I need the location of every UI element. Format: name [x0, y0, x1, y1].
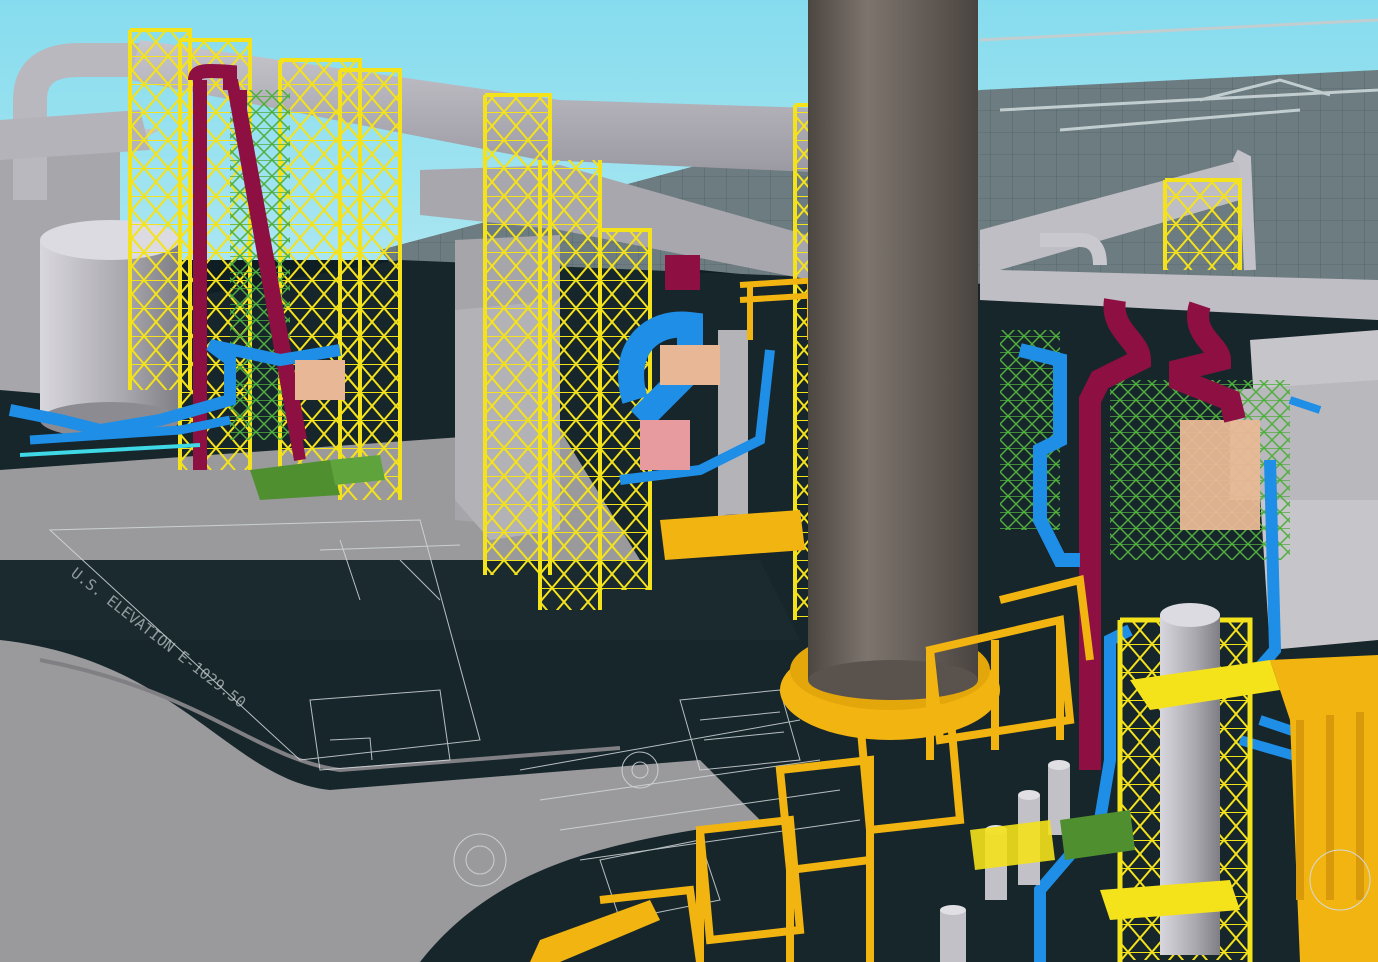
- peach-equipment-right: [1180, 420, 1260, 530]
- peach-equipment-middle: [660, 345, 720, 385]
- gray-column-right-top: [1160, 603, 1220, 627]
- peach-equipment-left: [295, 360, 345, 400]
- stack-base-ellipse: [808, 660, 978, 700]
- pink-equipment-middle: [640, 420, 690, 470]
- maroon-equipment-middle: [665, 255, 700, 290]
- 3d-plant-model-viewport[interactable]: U.S. ELEVATION E-1029.50: [0, 0, 1378, 962]
- main-exhaust-stack: [808, 0, 978, 680]
- gray-vertical-column: [718, 330, 748, 520]
- green-base-left-2: [330, 455, 385, 485]
